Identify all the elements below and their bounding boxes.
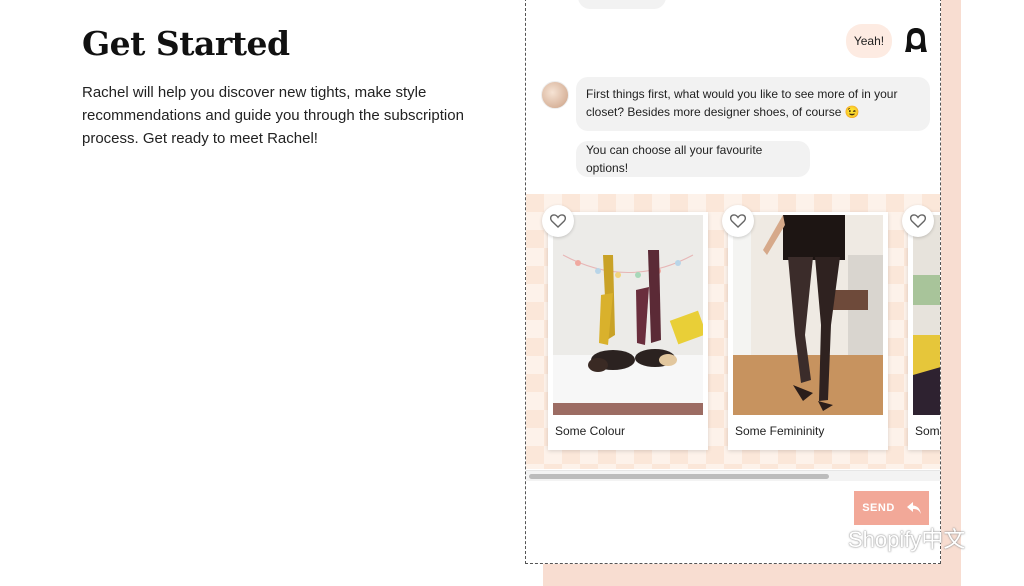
favorite-heart-icon[interactable]	[902, 205, 934, 237]
chat-window: Yeah! First things first, what would you…	[525, 0, 941, 564]
bot-question-text: First things first, what would you like …	[586, 87, 898, 119]
watermark-text: Shopify中文	[848, 527, 966, 552]
bot-hint-text: You can choose all your favourite option…	[586, 143, 763, 175]
user-message-bubble: Yeah!	[846, 24, 892, 58]
watermark: Shopify中文	[800, 522, 965, 554]
carousel-scrollbar[interactable]	[526, 470, 940, 481]
scrollbar-thumb[interactable]	[529, 474, 829, 479]
reply-arrow-icon	[906, 502, 921, 514]
intro-section: Get Started Rachel will help you discove…	[82, 24, 482, 150]
rachel-avatar	[541, 81, 569, 109]
previous-message-bubble	[578, 0, 666, 9]
option-photo-pattern	[913, 215, 940, 415]
user-message-text: Yeah!	[853, 34, 885, 48]
option-photo-colour	[553, 215, 703, 415]
favorite-heart-icon[interactable]	[542, 205, 574, 237]
intro-text: Rachel will help you discover new tights…	[82, 84, 464, 147]
options-carousel[interactable]: Some Colour Some Femininity Som	[526, 194, 940, 469]
bot-hint-bubble: You can choose all your favourite option…	[576, 141, 810, 177]
option-card-femininity[interactable]: Some Femininity	[728, 212, 888, 450]
option-label: Some Pattern	[915, 424, 940, 438]
option-card-colour[interactable]: Some Colour	[548, 212, 708, 450]
favorite-heart-icon[interactable]	[722, 205, 754, 237]
user-avatar-icon	[905, 28, 927, 52]
page-title: Get Started	[82, 24, 290, 63]
option-photo-femininity	[733, 215, 883, 415]
send-button[interactable]: SEND	[854, 491, 929, 525]
wechat-icon	[801, 524, 838, 552]
option-card-pattern[interactable]: Some Pattern	[908, 212, 940, 450]
option-label: Some Colour	[555, 424, 626, 438]
bot-question-bubble: First things first, what would you like …	[576, 77, 930, 131]
option-label: Some Femininity	[735, 424, 825, 438]
send-label: SEND	[862, 502, 895, 514]
